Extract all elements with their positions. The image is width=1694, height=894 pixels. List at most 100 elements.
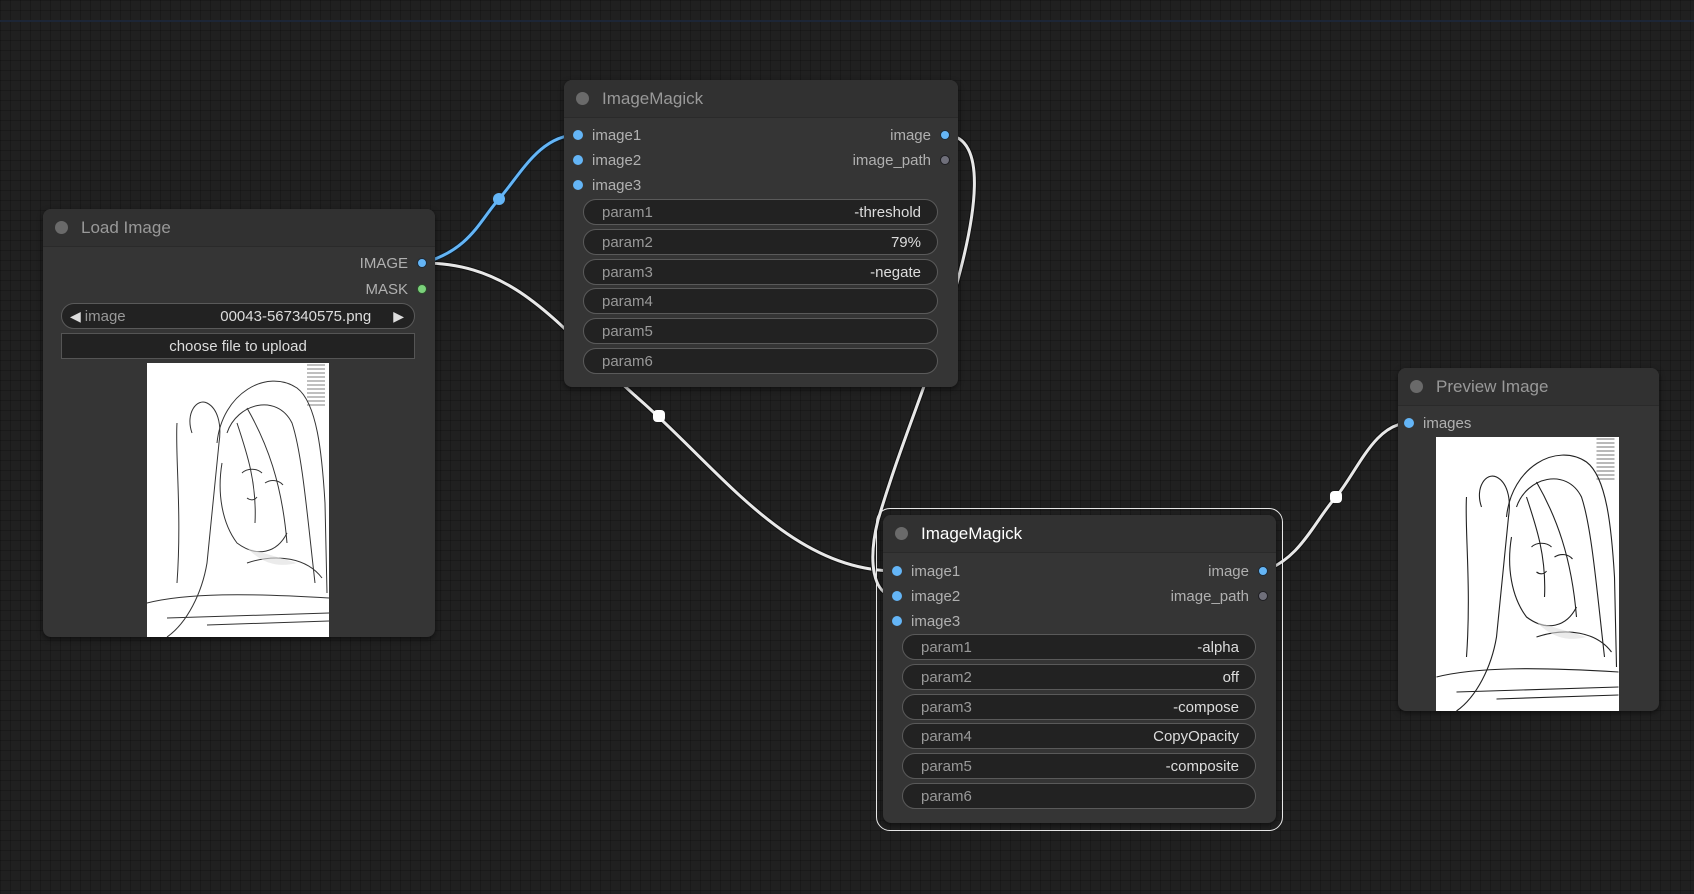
combo-label: image — [84, 307, 126, 325]
param-label: param5 — [921, 757, 972, 775]
param2-field[interactable]: param2 79% — [583, 229, 938, 255]
node-title-bar[interactable]: ImageMagick — [883, 515, 1276, 553]
param-value: 79% — [890, 233, 921, 251]
socket-icon[interactable] — [892, 566, 902, 576]
param6-field[interactable]: param6 — [902, 783, 1256, 809]
image-preview — [147, 363, 329, 637]
param-label: param2 — [921, 668, 972, 686]
node-title: Load Image — [81, 217, 171, 237]
param-label: param2 — [602, 233, 653, 251]
param-value: -threshold — [854, 203, 921, 221]
socket-icon[interactable] — [573, 180, 583, 190]
output-slot-mask[interactable]: MASK — [365, 279, 427, 299]
node-title: ImageMagick — [602, 88, 704, 108]
node-imagemagick-2[interactable]: ImageMagick image1 image2 image3 image i… — [883, 515, 1276, 823]
node-title-bar[interactable]: ImageMagick — [564, 80, 958, 118]
slot-label: image1 — [911, 562, 961, 580]
param-label: param6 — [602, 352, 653, 370]
link-im2-to-preview-line[interactable] — [1262, 421, 1410, 573]
arrow-right-icon[interactable]: ▶ — [393, 308, 404, 325]
input-slot-image1[interactable]: image1 — [892, 561, 960, 581]
collapse-dot-icon[interactable] — [576, 92, 589, 105]
socket-icon[interactable] — [940, 155, 950, 165]
output-slot-image[interactable]: image — [890, 125, 950, 145]
slot-label: image — [890, 126, 931, 144]
param2-field[interactable]: param2 off — [902, 664, 1256, 690]
socket-icon[interactable] — [892, 616, 902, 626]
node-preview-image[interactable]: Preview Image images — [1398, 368, 1659, 711]
collapse-dot-icon[interactable] — [1410, 380, 1423, 393]
upload-button[interactable]: choose file to upload — [61, 333, 415, 359]
param-label: param1 — [921, 638, 972, 656]
line-art-illustration — [1436, 437, 1619, 711]
param-label: param4 — [602, 292, 653, 310]
node-load-image[interactable]: Load Image IMAGE MASK ◀ image 00043-5673… — [43, 209, 435, 637]
param4-field[interactable]: param4 CopyOpacity — [902, 723, 1256, 749]
socket-icon[interactable] — [573, 130, 583, 140]
link-load-to-im1-image1[interactable] — [422, 132, 578, 266]
param-label: param4 — [921, 727, 972, 745]
slot-label: image2 — [911, 587, 961, 605]
param5-field[interactable]: param5 -composite — [902, 753, 1256, 779]
top-divider — [0, 20, 1694, 22]
input-slot-image2[interactable]: image2 — [573, 150, 641, 170]
socket-icon[interactable] — [417, 284, 427, 294]
input-slot-image3[interactable]: image3 — [573, 175, 641, 195]
param1-field[interactable]: param1 -threshold — [583, 199, 938, 225]
socket-icon[interactable] — [1258, 566, 1268, 576]
input-slot-image1[interactable]: image1 — [573, 125, 641, 145]
param-value: CopyOpacity — [1153, 727, 1239, 745]
socket-icon[interactable] — [417, 258, 427, 268]
slot-label: image1 — [592, 126, 642, 144]
param-value: off — [1222, 668, 1239, 686]
link-midpoint-marker[interactable] — [1330, 491, 1342, 503]
input-slot-image3[interactable]: image3 — [892, 611, 960, 631]
param4-field[interactable]: param4 — [583, 288, 938, 314]
param-value: -negate — [870, 263, 921, 281]
param6-field[interactable]: param6 — [583, 348, 938, 374]
combo-value: 00043-567340575.png — [220, 307, 372, 325]
param-label: param3 — [602, 263, 653, 281]
node-title: ImageMagick — [921, 523, 1023, 543]
param-label: param3 — [921, 698, 972, 716]
socket-icon[interactable] — [1404, 418, 1414, 428]
output-slot-image[interactable]: IMAGE — [360, 253, 427, 273]
image-combo[interactable]: ◀ image 00043-567340575.png ▶ — [61, 303, 415, 329]
node-imagemagick-1[interactable]: ImageMagick image1 image2 image3 image i… — [564, 80, 958, 387]
node-title-bar[interactable]: Preview Image — [1398, 368, 1659, 406]
socket-icon[interactable] — [1258, 591, 1268, 601]
link-im2-to-preview[interactable] — [1262, 420, 1410, 574]
line-art-illustration — [147, 363, 329, 637]
arrow-left-icon[interactable]: ◀ — [70, 308, 81, 325]
output-image-preview — [1436, 437, 1619, 711]
collapse-dot-icon[interactable] — [895, 527, 908, 540]
slot-label: IMAGE — [359, 254, 408, 272]
slot-label: image2 — [592, 151, 642, 169]
param-label: param6 — [921, 787, 972, 805]
output-slot-image[interactable]: image — [1208, 561, 1268, 581]
slot-label: image3 — [911, 612, 961, 630]
socket-icon[interactable] — [573, 155, 583, 165]
param1-field[interactable]: param1 -alpha — [902, 634, 1256, 660]
slot-label: images — [1423, 414, 1472, 432]
slot-label: MASK — [365, 280, 408, 298]
output-slot-image-path[interactable]: image_path — [1171, 586, 1268, 606]
param-label: param5 — [602, 322, 653, 340]
input-slot-image2[interactable]: image2 — [892, 586, 960, 606]
param3-field[interactable]: param3 -compose — [902, 694, 1256, 720]
collapse-dot-icon[interactable] — [55, 221, 68, 234]
link-load-to-im1-image1-line[interactable] — [422, 133, 578, 265]
param3-field[interactable]: param3 -negate — [583, 259, 938, 285]
socket-icon[interactable] — [892, 591, 902, 601]
link-midpoint-marker[interactable] — [653, 410, 665, 422]
node-title: Preview Image — [1436, 376, 1549, 396]
link-midpoint-marker[interactable] — [493, 193, 505, 205]
slot-label: image_path — [1170, 587, 1249, 605]
param-value: -alpha — [1197, 638, 1239, 656]
param5-field[interactable]: param5 — [583, 318, 938, 344]
input-slot-images[interactable]: images — [1404, 413, 1471, 433]
socket-icon[interactable] — [940, 130, 950, 140]
node-title-bar[interactable]: Load Image — [43, 209, 435, 247]
slot-label: image_path — [852, 151, 931, 169]
output-slot-image-path[interactable]: image_path — [853, 150, 950, 170]
